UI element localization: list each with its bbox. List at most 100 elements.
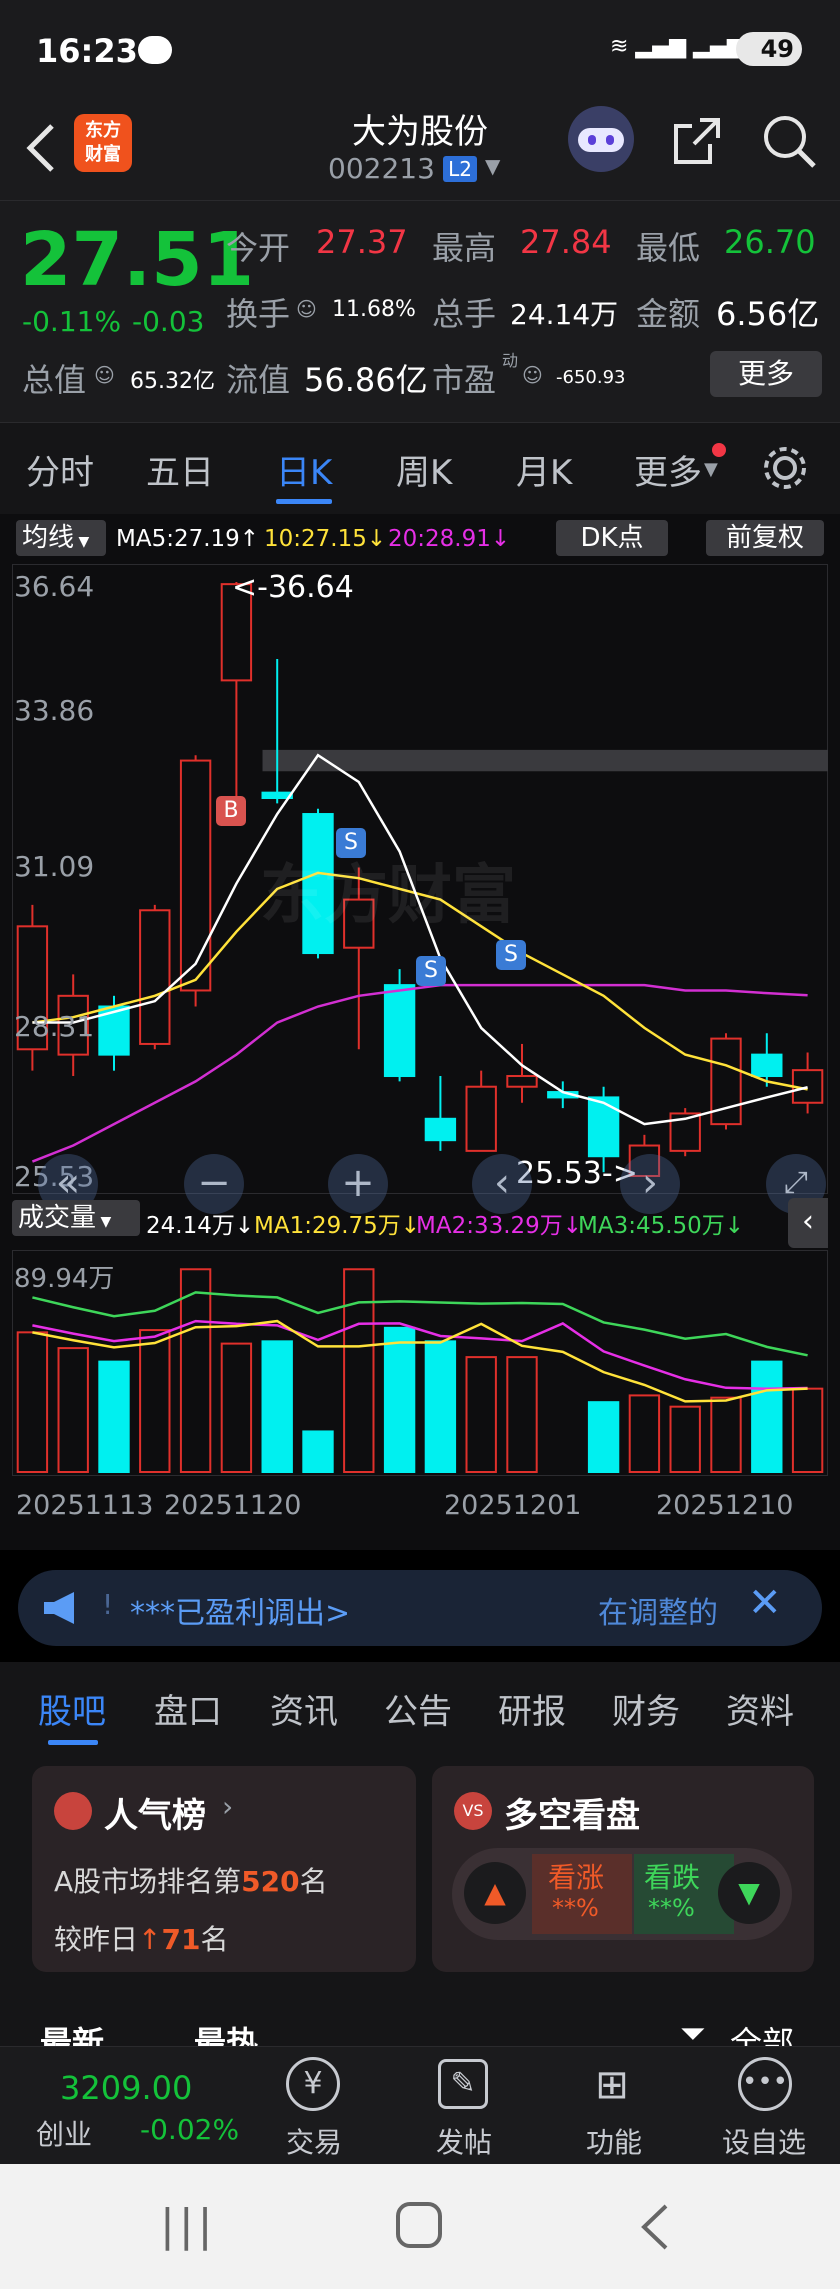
- rank-text: A股市场排名第: [54, 1865, 242, 1898]
- mcap-value: 65.32亿: [130, 369, 215, 394]
- quote-panel: 27.51 -0.11% -0.03 今开 27.37 最高 27.84 最低 …: [0, 200, 840, 422]
- tab-announcements[interactable]: 公告: [384, 1684, 452, 1733]
- amount-value: 6.56亿: [716, 295, 820, 333]
- content-tabs: 股吧 盘口 资讯 公告 研报 财务 资料: [0, 1662, 840, 1754]
- gear-icon[interactable]: [760, 443, 810, 493]
- volume-label: 总手: [432, 295, 497, 333]
- volume-bar: [506, 1356, 538, 1473]
- zoom-in-icon[interactable]: +: [328, 1154, 388, 1214]
- tab-news[interactable]: 资讯: [270, 1684, 338, 1733]
- chevron-down-icon[interactable]: ▼: [704, 459, 718, 480]
- post-icon[interactable]: ✎: [438, 2059, 488, 2109]
- recents-icon[interactable]: |||: [160, 2200, 216, 2251]
- volume-max: 89.94万: [14, 1264, 115, 1294]
- rank-icon: [54, 1792, 92, 1830]
- sell-marker[interactable]: S: [336, 828, 366, 858]
- tab-guba[interactable]: 股吧: [38, 1684, 106, 1733]
- sell-marker[interactable]: S: [496, 940, 526, 970]
- popularity-title: 人气榜: [104, 1796, 206, 1836]
- info-icon[interactable]: ☺: [94, 363, 115, 387]
- info-icon[interactable]: ☺: [296, 297, 317, 321]
- tab-month-k[interactable]: 月K: [516, 445, 572, 494]
- vote-up-button[interactable]: ▲: [464, 1862, 526, 1924]
- collapse-icon[interactable]: ‹: [788, 1198, 828, 1248]
- ma-toggle[interactable]: 均线 ▼: [16, 520, 106, 556]
- tab-finance[interactable]: 财务: [612, 1684, 680, 1733]
- tab-day-k[interactable]: 日K: [276, 445, 332, 494]
- notification-dot: [712, 443, 726, 457]
- function-icon[interactable]: ⊞: [588, 2061, 636, 2109]
- back-nav-icon[interactable]: [636, 2202, 672, 2252]
- info-icon[interactable]: ☺: [522, 363, 543, 387]
- nav-function[interactable]: 功能: [544, 2121, 684, 2161]
- rank-change-text: 较昨日: [54, 1923, 139, 1956]
- vote-widget: ▲ 看涨 **% 看跌 **% ▼: [452, 1848, 792, 1940]
- tab-profile[interactable]: 资料: [726, 1684, 794, 1733]
- close-icon[interactable]: ✕: [748, 1580, 782, 1626]
- bottom-nav: 3209.00 创业 -0.02% ¥ 交易 ✎ 发帖 ⊞ 功能 ••• 设自选: [0, 2046, 840, 2164]
- chevron-down-icon: ▼: [96, 1214, 112, 1230]
- popularity-card[interactable]: 人气榜 › A股市场排名第520名 较昨日↑71名: [32, 1766, 416, 1972]
- ytick: 36.64: [14, 570, 95, 603]
- amount-label: 金额: [636, 295, 701, 333]
- tab-intraday[interactable]: 分时: [26, 445, 94, 494]
- pe-sup: 动: [502, 351, 519, 370]
- tab-research[interactable]: 研报: [498, 1684, 566, 1733]
- banner-text[interactable]: ***已盈利调出>: [130, 1588, 350, 1632]
- high-label: 最高: [432, 229, 497, 267]
- news-banner[interactable]: ! ***已盈利调出> 在调整的 ✕: [18, 1570, 822, 1646]
- tab-pankou[interactable]: 盘口: [154, 1684, 222, 1733]
- date-tick: 20251120: [164, 1490, 302, 1521]
- low-value: 26.70: [724, 223, 816, 261]
- date-tick: 20251201: [444, 1490, 582, 1521]
- volume-bar: [751, 1360, 783, 1473]
- dk-button[interactable]: DK点: [556, 520, 668, 556]
- nav-post[interactable]: 发帖: [394, 2121, 534, 2161]
- resistance-band: [262, 749, 828, 772]
- tab-more[interactable]: 更多: [634, 445, 702, 494]
- last-price: 27.51: [20, 217, 255, 303]
- open-value: 27.37: [316, 223, 408, 261]
- ytick: 33.86: [14, 694, 95, 727]
- next-icon[interactable]: ›: [620, 1154, 680, 1214]
- l2-badge[interactable]: L2: [443, 156, 477, 182]
- volume-toggle[interactable]: 成交量 ▼: [12, 1200, 140, 1236]
- home-icon[interactable]: [396, 2202, 442, 2248]
- trade-icon[interactable]: ¥: [286, 2057, 340, 2111]
- robot-avatar-icon[interactable]: [568, 106, 634, 172]
- buy-marker[interactable]: B: [216, 796, 246, 826]
- volume-chart[interactable]: [12, 1250, 828, 1476]
- vma1-legend: MA1:29.75万↓: [254, 1213, 421, 1239]
- nav-add-favorite[interactable]: 设自选: [694, 2121, 834, 2161]
- nav-trade[interactable]: 交易: [244, 2121, 384, 2161]
- index-value[interactable]: 3209.00: [60, 2069, 192, 2107]
- volume-bar: [791, 1387, 824, 1473]
- more-button[interactable]: 更多: [710, 351, 822, 397]
- volume-bar: [220, 1342, 253, 1473]
- pe-label: 市盈: [432, 361, 497, 399]
- tab-five-day[interactable]: 五日: [146, 445, 214, 494]
- prev-icon[interactable]: ‹: [472, 1154, 532, 1214]
- vote-down-button[interactable]: ▼: [718, 1862, 780, 1924]
- candle-body: [424, 1117, 457, 1142]
- ma5-legend: MA5:27.19↑: [116, 526, 260, 552]
- more-dots-icon[interactable]: •••: [738, 2057, 792, 2111]
- search-icon[interactable]: [760, 112, 818, 170]
- ytick: 28.31: [14, 1010, 95, 1043]
- adjust-button[interactable]: 前复权: [706, 520, 824, 556]
- volume-bar: [302, 1430, 334, 1474]
- long-short-card[interactable]: VS 多空看盘 ▲ 看涨 **% 看跌 **% ▼: [432, 1766, 814, 1972]
- tab-week-k[interactable]: 周K: [396, 445, 452, 494]
- ma20-legend: 20:28.91↓: [388, 526, 511, 552]
- long-short-title: 多空看盘: [504, 1796, 640, 1836]
- index-change: -0.02%: [140, 2113, 240, 2146]
- date-tick: 20251113: [16, 1490, 154, 1521]
- status-bar: 16:23 ≋ ▂▄▆ ▂▄▆ 49: [0, 0, 840, 100]
- sell-marker[interactable]: S: [416, 956, 446, 986]
- cards-section: 人气榜 › A股市场排名第520名 较昨日↑71名 VS 多空看盘 ▲ 看涨 *…: [0, 1754, 840, 2062]
- chevron-down-icon[interactable]: ▼: [485, 154, 500, 178]
- zoom-out-icon[interactable]: −: [184, 1154, 244, 1214]
- vma3-legend: MA3:45.50万↓: [578, 1213, 745, 1239]
- volume-bar: [139, 1329, 171, 1473]
- share-icon[interactable]: [670, 114, 724, 168]
